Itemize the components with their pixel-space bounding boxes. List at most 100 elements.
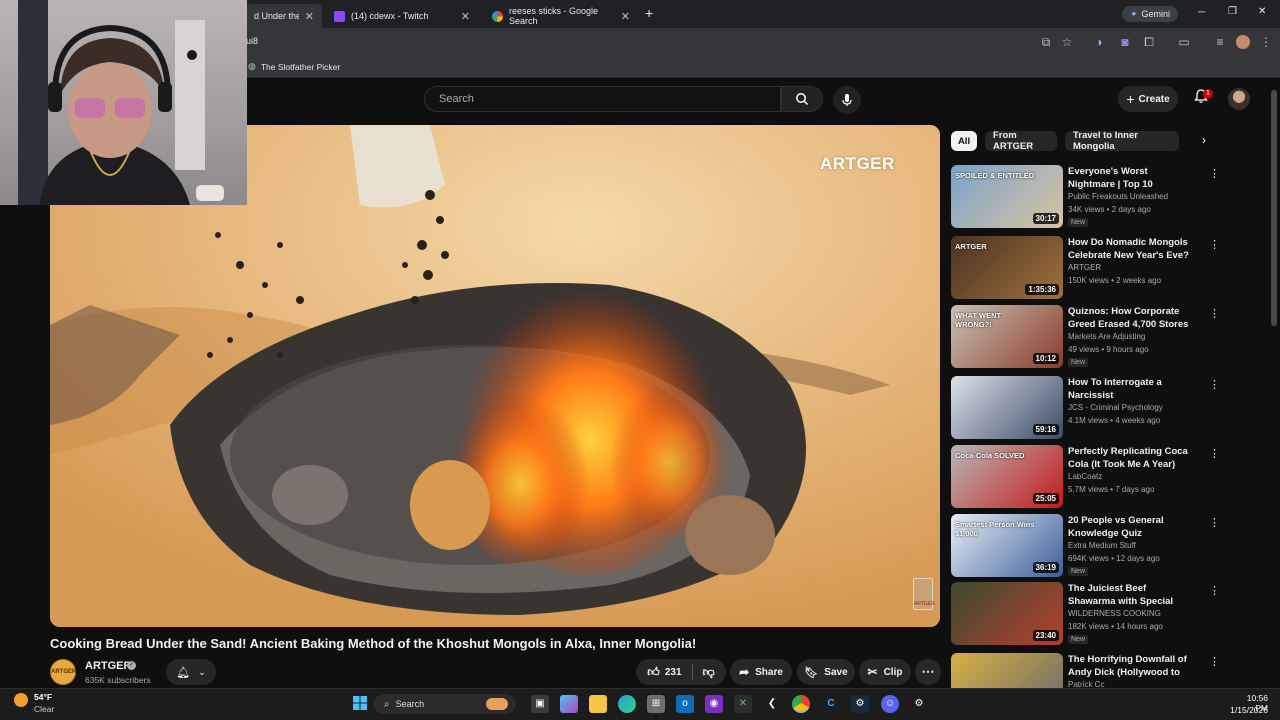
tab-label: d Under the Sa [254, 11, 299, 21]
weather-temp[interactable]: 54°F [34, 692, 52, 702]
recommendation-channel[interactable]: JCS - Criminal Psychology [1068, 403, 1163, 412]
video-thumbnail[interactable]: Coca-Cola SOLVED 25:05 [951, 445, 1063, 508]
video-thumbnail[interactable]: 59:16 [951, 376, 1063, 439]
more-options-icon[interactable]: ⋮ [1209, 378, 1220, 391]
split-view-icon[interactable]: ▭ [1176, 34, 1192, 50]
recommendation-item[interactable]: 59:16 How To Interrogate a Narcissist JCS … [951, 376, 1263, 440]
file-explorer-icon[interactable] [589, 695, 607, 713]
new-tab-button[interactable]: + [645, 5, 653, 21]
bookmark-item[interactable]: ◍ The Slotfather Picker [248, 61, 340, 72]
recommendation-title[interactable]: 20 People vs General Knowledge Quiz [1068, 514, 1196, 540]
gemini-button[interactable]: ✦ Gemini [1122, 6, 1179, 22]
dislike-button[interactable]: 👎︎ [703, 665, 715, 680]
recommendation-channel[interactable]: ARTGER [1068, 263, 1101, 272]
recommendation-title[interactable]: The Juiciest Beef Shawarma with Special … [1068, 582, 1196, 608]
browser-menu-icon[interactable]: ⋮ [1258, 34, 1274, 50]
scrollbar[interactable] [1271, 90, 1277, 326]
video-thumbnail[interactable]: 23:40 [951, 582, 1063, 645]
recommendation-item[interactable]: SPOILED & ENTITLED 30:17 Everyone's Worst … [951, 165, 1263, 229]
search-input[interactable]: Search [424, 86, 781, 112]
video-thumbnail[interactable]: Smartest Person Wins $1,000 36:19 [951, 514, 1063, 577]
windows-start-icon[interactable] [351, 695, 369, 713]
maximize-button[interactable]: ❐ [1228, 6, 1237, 17]
obs-icon[interactable]: ◉ [705, 695, 723, 713]
recommendation-meta: 182K views • 14 hours ago [1068, 622, 1163, 631]
save-button[interactable]: 🔖︎ Save [797, 659, 855, 685]
edge-icon[interactable] [618, 695, 636, 713]
account-avatar[interactable] [1228, 88, 1250, 110]
recommendation-item[interactable]: Coca-Cola SOLVED 25:05 Perfectly Replicati… [951, 445, 1263, 509]
media-app-icon[interactable]: ❮ [763, 695, 781, 713]
chip-travel-inner-mongolia[interactable]: Travel to Inner Mongolia [1065, 130, 1179, 152]
more-actions-button[interactable]: ⋯ [915, 659, 941, 685]
outlook-icon[interactable]: o [676, 695, 694, 713]
xbox-icon[interactable]: ✕ [734, 695, 752, 713]
recommendation-title[interactable]: Everyone's Worst Nightmare | Top 10 Frea… [1068, 165, 1196, 191]
weather-icon[interactable] [14, 693, 28, 707]
task-view-icon[interactable]: ▣ [531, 695, 549, 713]
more-options-icon[interactable]: ⋮ [1209, 447, 1220, 460]
recommendation-item[interactable]: ARTGER 1:35:36 How Do Nomadic Mongols Cele… [951, 236, 1263, 300]
reading-list-icon[interactable]: ≡ [1212, 34, 1228, 50]
channel-branding-icon[interactable]: ARTGER [913, 578, 935, 610]
chip-from-artger[interactable]: From ARTGER [985, 130, 1057, 152]
minimize-button[interactable]: ─ [1198, 7, 1205, 18]
chip-all[interactable]: All [951, 131, 977, 151]
recommendation-channel[interactable]: Public Freakouts Unleashed [1068, 192, 1168, 201]
close-tab-icon[interactable]: ✕ [621, 10, 630, 23]
taskbar-search[interactable]: ⌕ Search [374, 694, 516, 714]
more-options-icon[interactable]: ⋮ [1209, 307, 1220, 320]
like-button[interactable]: 👍︎ 231 [647, 665, 681, 680]
extensions-puzzle-icon[interactable]: ⧠ [1141, 34, 1157, 50]
recommendation-title[interactable]: How To Interrogate a Narcissist [1068, 376, 1196, 402]
settings-gear-icon[interactable]: ⚙ [910, 695, 928, 713]
recommendation-channel[interactable]: LabCoatz [1068, 472, 1102, 481]
recommendation-item[interactable]: 23:40 The Juiciest Beef Shawarma with Spe… [951, 582, 1263, 646]
profile-avatar-icon[interactable] [1236, 35, 1250, 49]
copilot-icon[interactable] [560, 695, 578, 713]
recommendation-item[interactable]: WHAT WENT WRONG?! 10:12 Quiznos: How Corpo… [951, 305, 1263, 369]
more-options-icon[interactable]: ⋮ [1209, 238, 1220, 251]
close-tab-icon[interactable]: ✕ [461, 10, 470, 23]
clip-button[interactable]: ✂ Clip [859, 659, 911, 685]
tab-google-search[interactable]: reeses sticks - Google Search ✕ [484, 4, 638, 28]
extension-twitch-icon[interactable]: ◙ [1117, 34, 1133, 50]
more-options-icon[interactable]: ⋮ [1209, 584, 1220, 597]
recommendation-title[interactable]: The Horrifying Downfall of Andy Dick (Ho… [1068, 653, 1196, 679]
install-app-icon[interactable]: ⧉ [1038, 34, 1054, 50]
subscription-bell-button[interactable]: 🔔︎ ⌄ [166, 659, 216, 685]
voice-search-button[interactable] [833, 86, 861, 114]
recommendation-channel[interactable]: WILDERNESS COOKING [1068, 609, 1161, 618]
tab-twitch[interactable]: (14) cdewx - Twitch ✕ [326, 4, 478, 28]
more-options-icon[interactable]: ⋮ [1209, 516, 1220, 529]
video-thumbnail[interactable]: ARTGER 1:35:36 [951, 236, 1063, 299]
video-thumbnail[interactable]: SPOILED & ENTITLED 30:17 [951, 165, 1063, 228]
close-window-button[interactable]: ✕ [1258, 6, 1266, 17]
bookmark-star-icon[interactable]: ☆ [1059, 34, 1075, 50]
more-options-icon[interactable]: ⋮ [1209, 167, 1220, 180]
create-button[interactable]: + Create [1118, 86, 1178, 112]
extension-audio-icon[interactable]: ◗ [1092, 34, 1108, 50]
channel-avatar[interactable]: ARTGER [50, 659, 76, 685]
recommendation-channel[interactable]: Extra Medium Stuff [1068, 541, 1136, 550]
tab-youtube-video[interactable]: d Under the Sa ✕ [246, 4, 322, 28]
recommendation-title[interactable]: How Do Nomadic Mongols Celebrate New Yea… [1068, 236, 1196, 262]
recommendation-title[interactable]: Perfectly Replicating Coca Cola (It Took… [1068, 445, 1196, 471]
address-bar[interactable]: ui8 [246, 36, 258, 46]
recommendation-title[interactable]: Quiznos: How Corporate Greed Erased 4,70… [1068, 305, 1196, 331]
chevron-right-icon[interactable]: › [1196, 133, 1212, 149]
more-options-icon[interactable]: ⋮ [1209, 655, 1220, 668]
share-button[interactable]: ➦ Share [730, 659, 792, 685]
close-tab-icon[interactable]: ✕ [305, 10, 314, 23]
search-button[interactable] [781, 86, 823, 112]
chrome-icon[interactable] [792, 695, 810, 713]
clock-date[interactable]: 1/15/2026 [1218, 705, 1268, 715]
video-thumbnail[interactable]: WHAT WENT WRONG?! 10:12 [951, 305, 1063, 368]
recommendation-item[interactable]: Smartest Person Wins $1,000 36:19 20 Peopl… [951, 514, 1263, 578]
discord-icon[interactable]: ☺ [881, 695, 899, 713]
store-icon[interactable]: ⊞ [647, 695, 665, 713]
recommendation-channel[interactable]: Markets Are Adjusting [1068, 332, 1145, 341]
steam-icon[interactable]: ⚙ [851, 695, 869, 713]
chrome-beta-icon[interactable]: C [822, 695, 840, 713]
channel-name[interactable]: ARTGER [85, 660, 131, 672]
